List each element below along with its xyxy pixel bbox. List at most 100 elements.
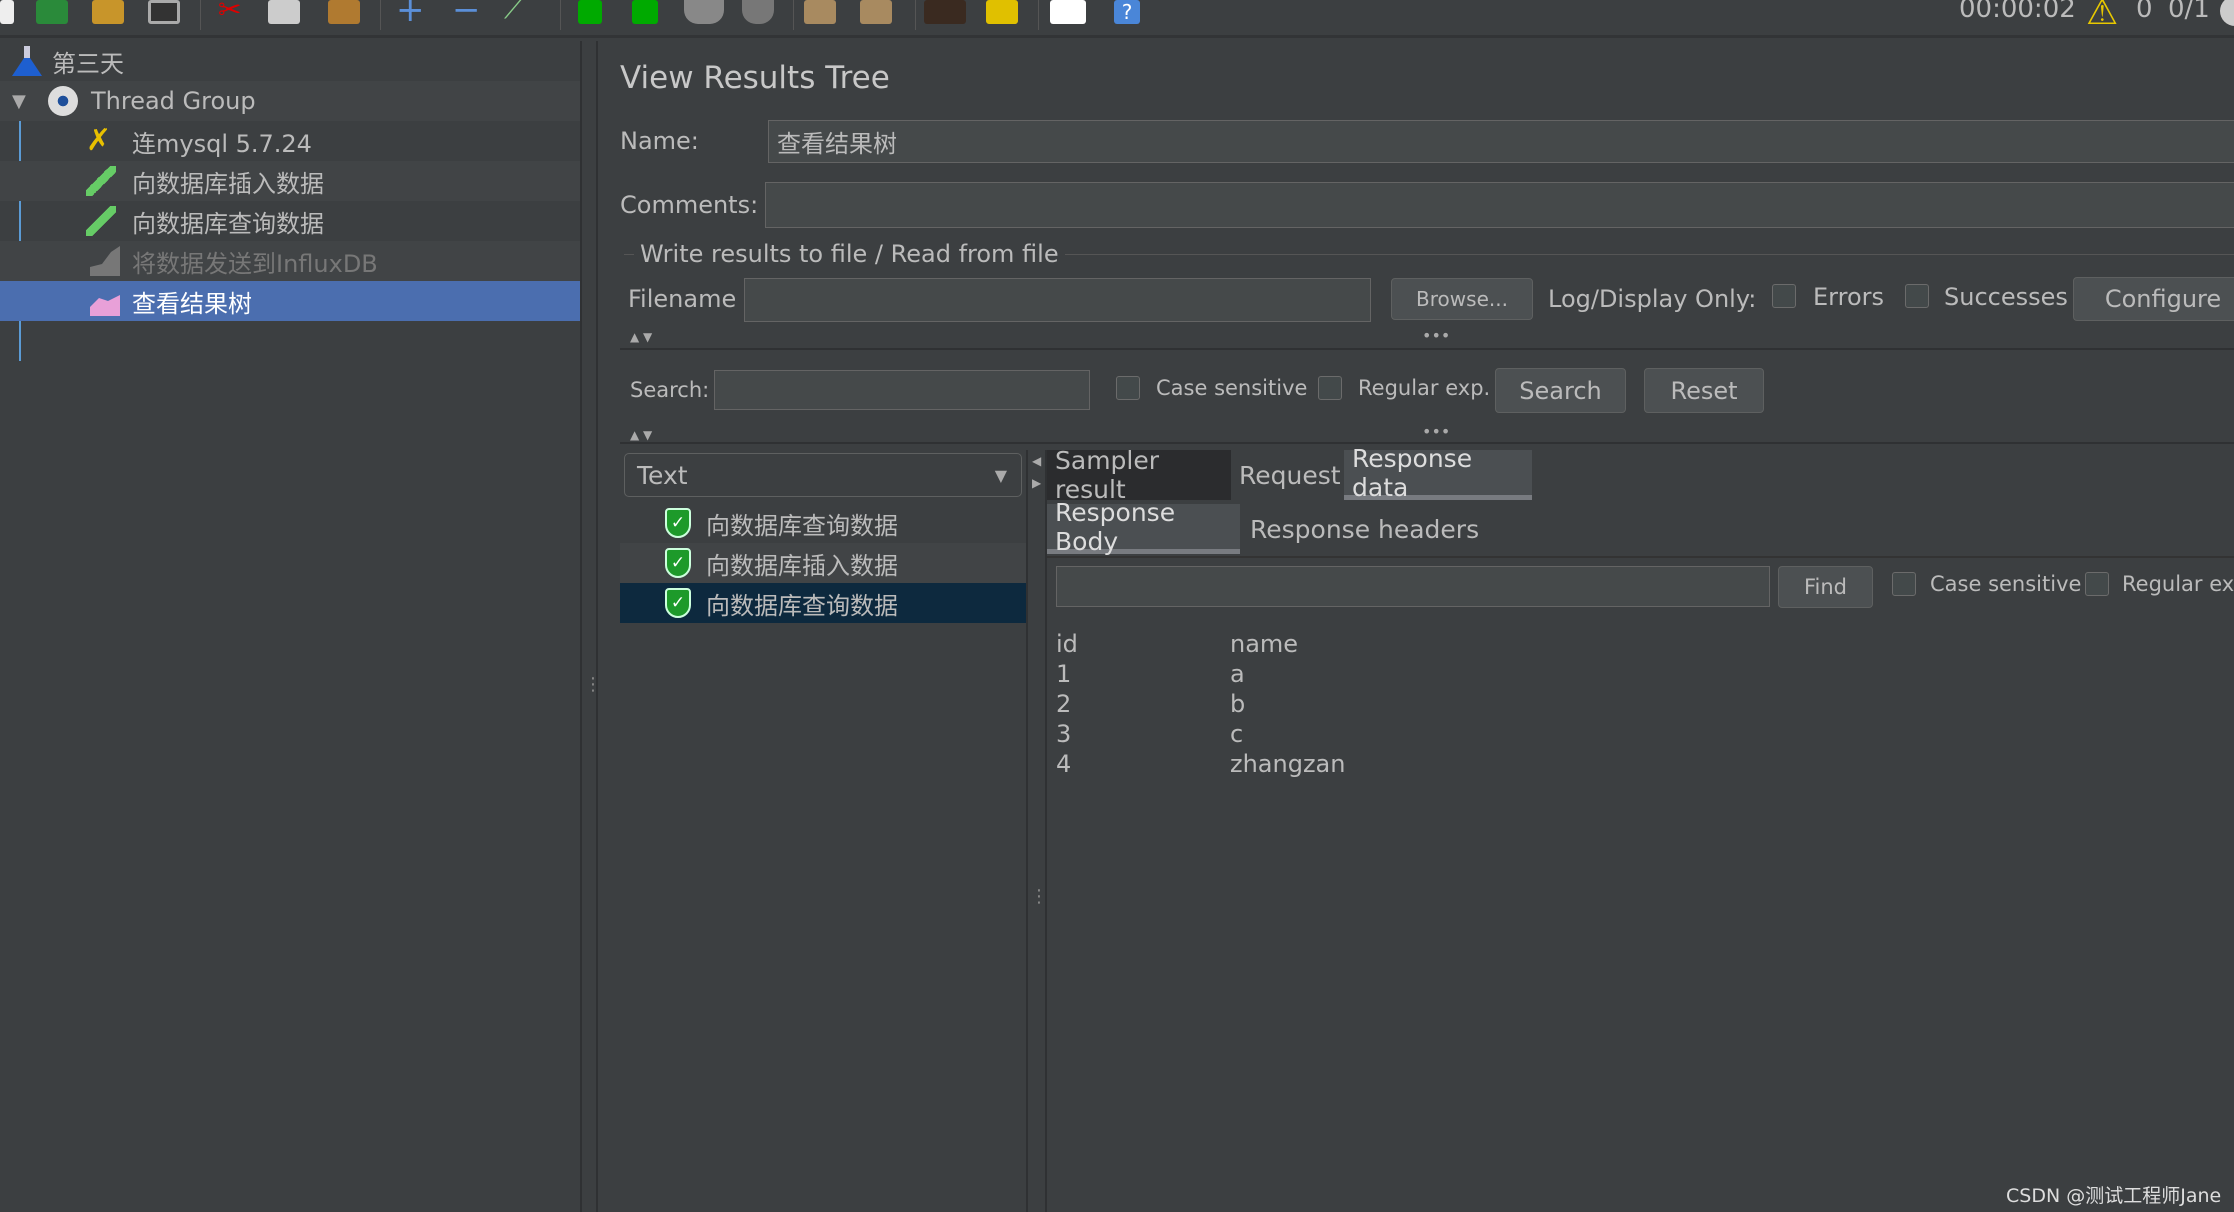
case-sensitive-checkbox[interactable] [1116,376,1140,400]
find-case-sensitive-label: Case sensitive [1930,572,2082,596]
watermark: CSDN @测试工程师Jane [2006,1185,2222,1207]
subtab-response-headers[interactable]: Response headers [1242,504,1487,554]
response-cell: id [1056,630,1078,658]
search-input[interactable] [714,370,1090,410]
response-cell: 4 [1056,750,1072,778]
comments-input[interactable] [765,182,2234,228]
tree-item-listener-disabled[interactable]: 将数据发送到InfluxDB [0,241,580,281]
start-icon[interactable] [578,0,602,24]
tree-splitter[interactable]: ⋮ [580,41,602,1212]
start-no-pause-icon[interactable] [632,0,658,24]
find-button[interactable]: Find [1778,566,1873,608]
find-input[interactable] [1056,566,1770,607]
success-shield-icon: ✓ [665,588,691,618]
sample-item[interactable]: ✓ 向数据库插入数据 [620,543,1026,583]
cut-icon[interactable]: ✂ [218,0,250,24]
tree-item-results-tree[interactable]: 查看结果树 [0,281,580,321]
successes-checkbox[interactable] [1905,284,1929,308]
response-cell: a [1230,660,1245,688]
tree-item-label: 向数据库插入数据 [132,169,324,198]
regex-label: Regular exp. [1358,376,1491,400]
clear-all-icon[interactable] [860,0,892,24]
elapsed-timer: 00:00:02 [1959,0,2076,24]
sample-label: 向数据库查询数据 [706,591,898,620]
sample-item-selected[interactable]: ✓ 向数据库查询数据 [620,583,1026,623]
open-icon[interactable] [92,0,124,24]
expand-triangle-icon[interactable]: ▼ [12,91,26,112]
response-body-text[interactable]: id name 1 a 2 b 3 c 4 zhangzan [1047,618,2234,1212]
renderer-value: Text [637,460,688,490]
splitter-handle-icon[interactable]: ⋮ [584,676,602,694]
tree-item-thread-group[interactable]: ▼ Thread Group [0,81,580,121]
function-helper-icon[interactable] [1050,0,1086,24]
configure-button[interactable]: Configure [2073,277,2234,321]
case-sensitive-label: Case sensitive [1156,376,1308,400]
horizontal-splitter[interactable]: ▲ ▼ ••• [620,422,2234,444]
new-icon[interactable] [0,0,14,24]
toggle-icon[interactable]: ⟋ [504,0,536,24]
response-cell: name [1230,630,1299,658]
splitter-handle-icon[interactable]: ••• [1422,422,1450,441]
paste-icon[interactable] [328,0,360,24]
shutdown-icon[interactable] [742,0,774,24]
errors-label: Errors [1813,283,1885,311]
response-cell: 1 [1056,660,1072,688]
browse-button[interactable]: Browse... [1391,278,1533,320]
tab-response-data[interactable]: Response data [1344,444,1532,502]
toolbar: ✂ + − ⟋ ? 00:00:02 ⚠ 0 0/1 [0,0,2234,38]
config-tools-icon: ✗ [86,123,112,158]
success-shield-icon: ✓ [665,508,691,538]
search-button[interactable]: Search [1495,368,1626,413]
splitter-arrows-icon[interactable]: ▲ ▼ [630,428,652,442]
results-tree-icon [90,295,120,316]
tab-request[interactable]: Request [1231,450,1344,500]
page-title: View Results Tree [620,60,890,96]
tree-item-label: 将数据发送到InfluxDB [132,249,378,278]
horizontal-splitter[interactable]: ▲ ▼ ••• [620,326,2234,350]
splitter-handle-icon[interactable]: ⋮ [1030,886,1048,907]
reset-button[interactable]: Reset [1644,368,1764,413]
filename-label: Filename [628,285,737,313]
find-regex-checkbox[interactable] [2085,572,2109,596]
reset-search-icon[interactable] [986,0,1018,24]
stop-icon[interactable] [684,0,724,24]
name-input[interactable] [768,120,2234,163]
splitter-handle-icon[interactable]: ••• [1422,326,1450,345]
sample-item[interactable]: ✓ 向数据库查询数据 [620,503,1026,543]
successes-label: Successes [1944,283,2068,311]
sampler-pipette-icon [86,206,116,236]
sampler-pipette-icon [86,166,116,196]
tree-item-config[interactable]: ✗ 连mysql 5.7.24 [0,121,580,161]
name-label: Name: [620,127,699,155]
clear-icon[interactable] [804,0,836,24]
splitter-arrows-icon[interactable]: ◀ ▶ [1032,450,1041,494]
tree-item-sampler[interactable]: 向数据库插入数据 [0,161,580,201]
subtab-response-body[interactable]: Response Body [1047,498,1240,556]
renderer-select[interactable]: Text ▼ [624,453,1022,497]
search-icon[interactable] [924,0,966,24]
test-plan-tree: 第三天 ▼ Thread Group ✗ 连mysql 5.7.24 向数据库插… [0,41,580,1212]
help-icon[interactable]: ? [1114,0,1140,24]
templates-icon[interactable] [36,0,68,24]
success-shield-icon: ✓ [665,548,691,578]
tree-item-label: 查看结果树 [132,289,252,318]
results-splitter[interactable]: ◀ ▶ ⋮ [1026,450,1048,1212]
tab-sampler-result[interactable]: Sampler result [1047,446,1231,504]
tree-item-label: 第三天 [52,49,124,78]
errors-checkbox[interactable] [1772,284,1796,308]
splitter-arrows-icon[interactable]: ▲ ▼ [630,330,652,344]
expand-icon[interactable]: + [396,0,428,27]
sample-label: 向数据库查询数据 [706,511,898,540]
copy-icon[interactable] [268,0,300,24]
tree-item-sampler[interactable]: 向数据库查询数据 [0,201,580,241]
collapse-icon[interactable]: − [452,0,484,27]
tree-item-label: 向数据库查询数据 [132,209,324,238]
save-icon[interactable] [148,0,180,24]
regex-checkbox[interactable] [1318,376,1342,400]
chevron-down-icon: ▼ [994,465,1007,485]
warning-icon[interactable]: ⚠ [2086,0,2118,33]
tree-item-test-plan[interactable]: 第三天 [0,41,580,81]
find-case-sensitive-checkbox[interactable] [1892,572,1916,596]
test-plan-flask-icon [12,46,42,76]
filename-input[interactable] [744,278,1371,322]
